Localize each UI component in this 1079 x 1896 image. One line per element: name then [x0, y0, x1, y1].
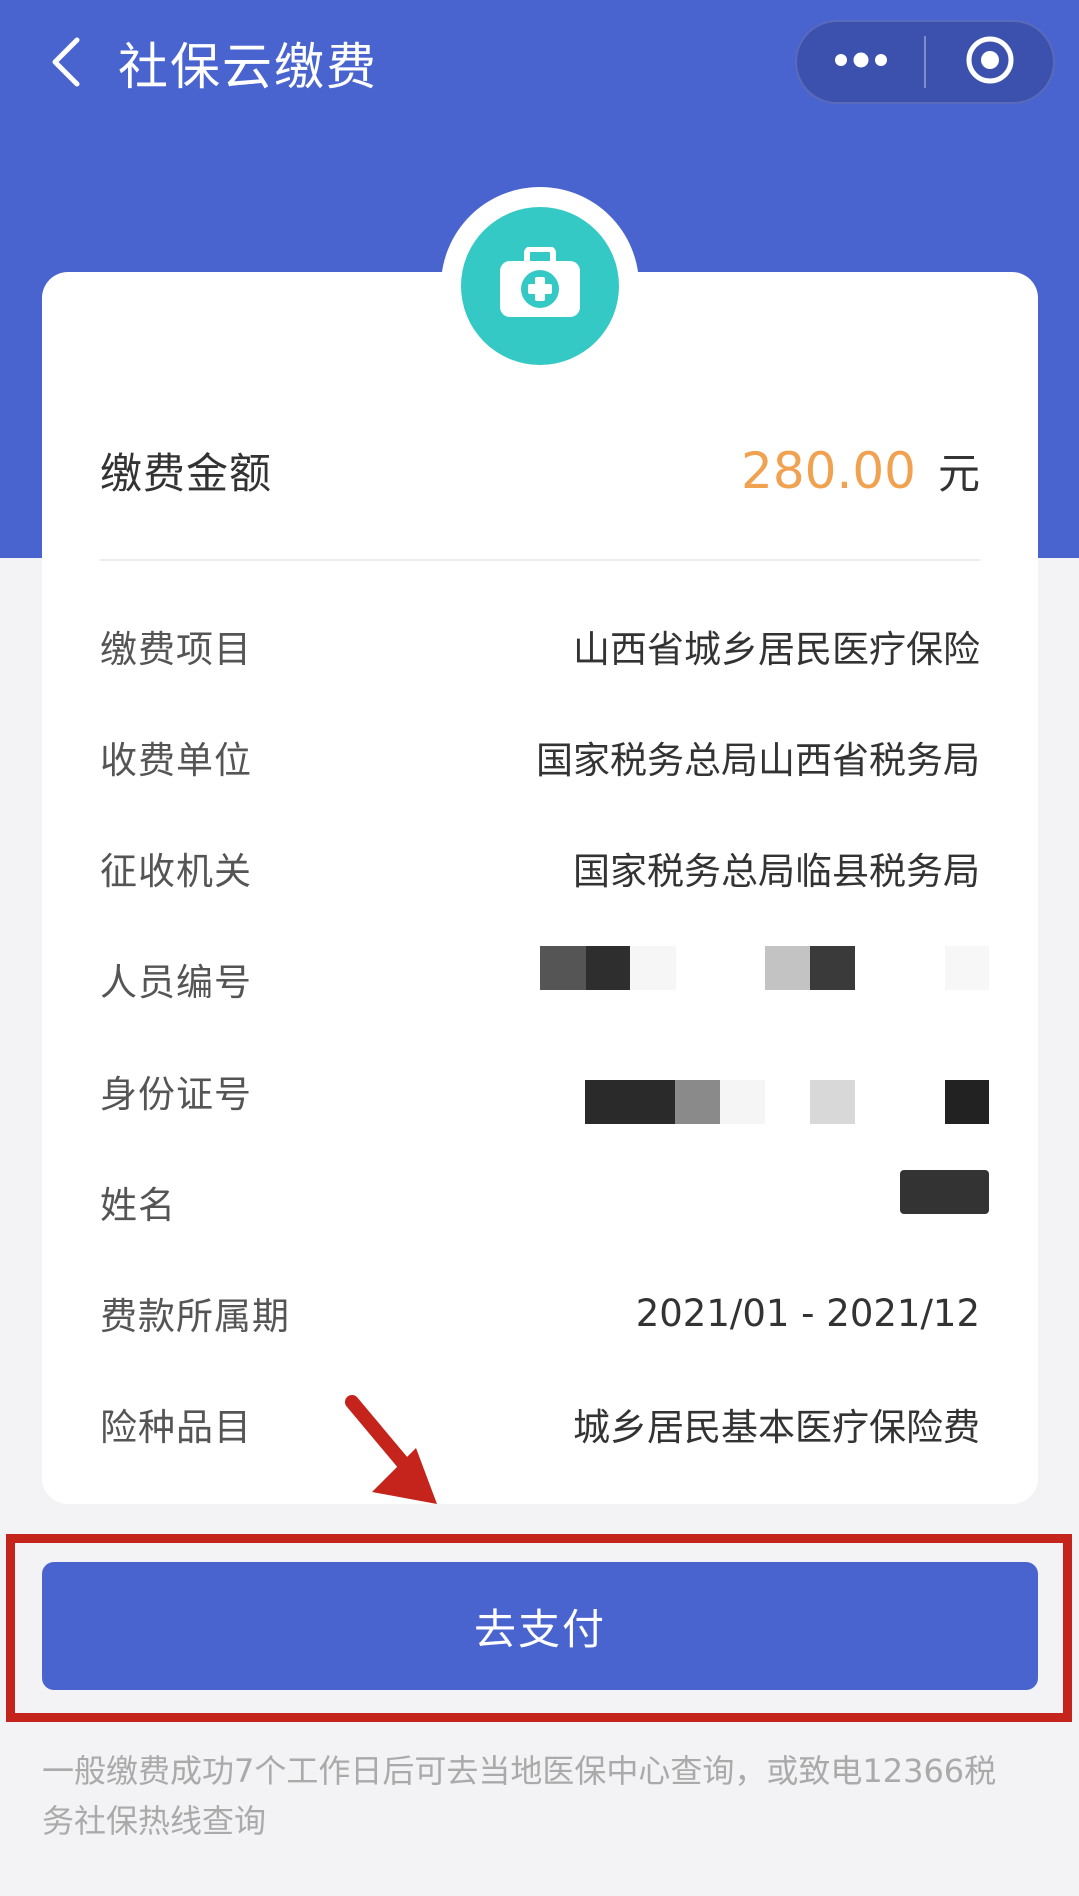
footnote-text: 一般缴费成功7个工作日后可去当地医保中心查询，或致电12366税务社保热线查询	[42, 1752, 997, 1840]
detail-value: 2021/01 - 2021/12	[635, 1291, 980, 1335]
detail-label: 收费单位	[100, 739, 252, 782]
pay-button[interactable]: 去支付	[42, 1562, 1038, 1690]
detail-value: 山西省城乡居民医疗保险	[573, 628, 980, 671]
medical-badge	[461, 207, 619, 365]
detail-value: 国家税务总局临县税务局	[573, 850, 980, 893]
amount-label: 缴费金额	[100, 448, 273, 498]
detail-label: 身份证号	[100, 1073, 252, 1116]
more-button[interactable]	[797, 22, 924, 102]
redaction-block	[630, 946, 676, 990]
more-dots-icon	[833, 52, 889, 72]
amount-unit: 元	[937, 448, 980, 498]
target-circle-icon	[964, 34, 1016, 90]
redaction-block	[675, 1080, 720, 1124]
page-title: 社保云缴费	[118, 38, 378, 96]
page: 社保云缴费 缴费金额 280.00 元 缴费项目 山西省城乡居民医疗保险 收费单…	[0, 0, 1079, 1896]
detail-row-name: 姓名	[100, 1167, 980, 1237]
detail-label: 险种品目	[100, 1406, 252, 1449]
chevron-left-icon	[49, 36, 83, 92]
arrow-annotation-icon	[345, 1395, 437, 1504]
redaction-block	[720, 1080, 765, 1124]
amount-group: 280.00 元	[741, 440, 980, 501]
redaction-block	[945, 1080, 989, 1124]
back-button[interactable]	[38, 32, 94, 96]
detail-value: 国家税务总局山西省税务局	[536, 739, 980, 782]
redaction-block	[810, 946, 855, 990]
detail-label: 征收机关	[100, 850, 252, 893]
redaction-block	[810, 1080, 855, 1124]
mini-program-capsule	[795, 20, 1055, 104]
amount-value: 280.00	[741, 441, 916, 500]
redaction-block	[945, 946, 989, 990]
detail-label: 费款所属期	[100, 1295, 290, 1338]
close-button[interactable]	[926, 22, 1053, 102]
detail-row-authority: 征收机关 国家税务总局临县税务局	[100, 833, 980, 903]
redaction-block	[900, 1170, 989, 1214]
detail-row-period: 费款所属期 2021/01 - 2021/12	[100, 1278, 980, 1348]
detail-row-insurance-type: 险种品目 城乡居民基本医疗保险费	[100, 1389, 980, 1459]
detail-value: 城乡居民基本医疗保险费	[573, 1406, 980, 1449]
redaction-block	[585, 1080, 675, 1124]
redaction-block	[586, 946, 630, 990]
detail-row-item: 缴费项目 山西省城乡居民医疗保险	[100, 611, 980, 681]
redaction-block	[765, 946, 810, 990]
amount-divider	[100, 559, 980, 561]
amount-row: 缴费金额 280.00 元	[100, 430, 980, 510]
detail-row-payee: 收费单位 国家税务总局山西省税务局	[100, 722, 980, 792]
detail-label: 缴费项目	[100, 628, 252, 671]
detail-label: 姓名	[100, 1184, 176, 1227]
detail-label: 人员编号	[100, 961, 252, 1004]
redaction-block	[540, 946, 586, 990]
medical-kit-icon	[497, 246, 583, 325]
